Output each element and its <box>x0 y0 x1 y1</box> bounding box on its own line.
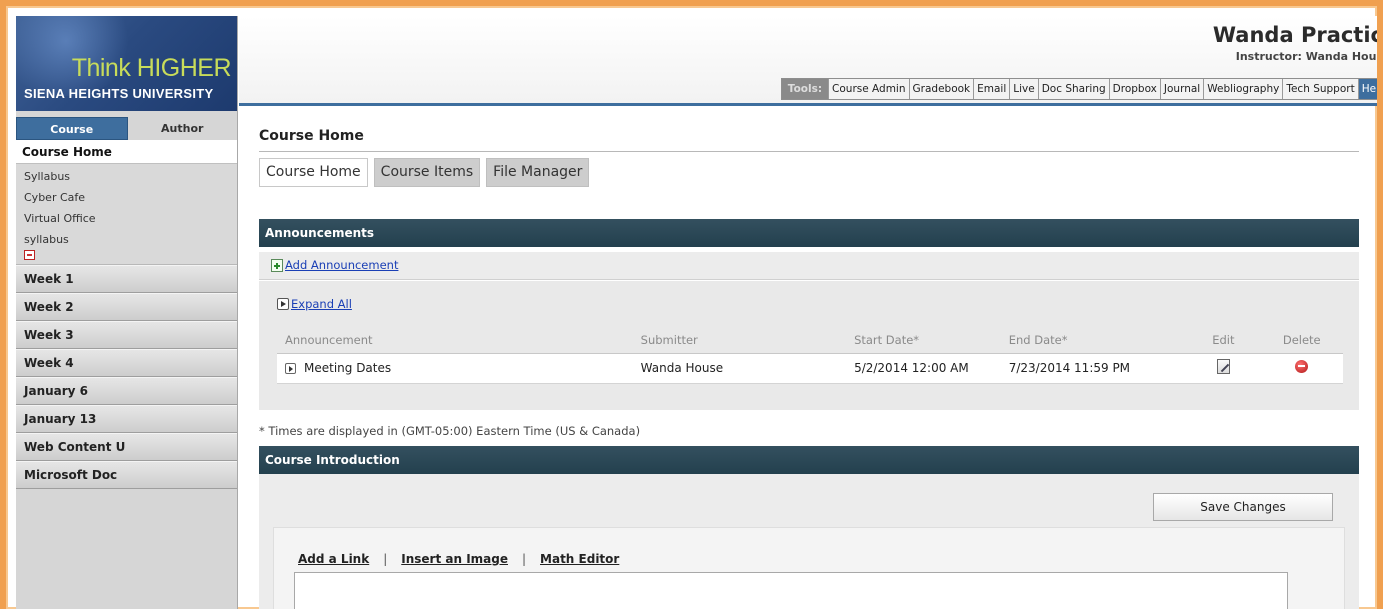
column-end-date: End Date* <box>1000 327 1187 354</box>
tool-live[interactable]: Live <box>1010 79 1039 99</box>
course-subtabs: Course Home Course Items File Manager <box>259 158 590 187</box>
sidebar-unit-week-1[interactable]: Week 1 <box>16 265 237 293</box>
top-header: Wanda Practic Instructor: Wanda Hous Too… <box>239 16 1383 106</box>
subtab-course-home[interactable]: Course Home <box>259 158 368 187</box>
column-announcement: Announcement <box>277 327 633 354</box>
mode-tabs: Course Author <box>16 111 237 140</box>
tab-course[interactable]: Course <box>16 117 128 140</box>
tool-email[interactable]: Email <box>974 79 1011 99</box>
sidebar-item-virtual-office[interactable]: Virtual Office <box>16 208 237 229</box>
table-row: Meeting Dates Wanda House 5/2/2014 12:00… <box>277 353 1343 384</box>
announcements-header: Announcements <box>259 219 1359 247</box>
insert-image-button[interactable]: Insert an Image <box>401 552 508 566</box>
expand-icon[interactable] <box>277 298 289 310</box>
sidebar-links: Syllabus Cyber Cafe Virtual Office sylla… <box>16 164 237 264</box>
column-start-date: Start Date* <box>846 327 1001 354</box>
delete-icon[interactable] <box>1295 360 1309 373</box>
logo-university-name: SIENA HEIGHTS UNIVERSITY <box>24 86 214 101</box>
course-introduction-header: Course Introduction <box>259 446 1359 474</box>
toolbar-separator: | <box>521 552 527 566</box>
sidebar-item-syllabus[interactable]: Syllabus <box>16 166 237 187</box>
expand-all[interactable]: Expand All <box>277 297 352 311</box>
university-logo[interactable]: Think HIGHER SIENA HEIGHTS UNIVERSITY <box>16 16 237 111</box>
tool-tech-support[interactable]: Tech Support <box>1283 79 1359 99</box>
tool-course-admin[interactable]: Course Admin <box>829 79 910 99</box>
editor-text-area[interactable] <box>294 572 1288 609</box>
logo-tagline: Think HIGHER <box>71 54 232 82</box>
instructor-label: Instructor: Wanda Hous <box>1235 50 1383 63</box>
save-changes-button[interactable]: Save Changes <box>1153 493 1333 521</box>
sidebar-unit-week-4[interactable]: Week 4 <box>16 349 237 377</box>
tool-doc-sharing[interactable]: Doc Sharing <box>1039 79 1110 99</box>
tab-author[interactable]: Author <box>127 117 237 140</box>
announcement-submitter: Wanda House <box>632 353 847 384</box>
sidebar-unit-web-content[interactable]: Web Content U <box>16 433 237 461</box>
announcement-end-date: 7/23/2014 11:59 PM <box>1000 353 1187 384</box>
sidebar-unit-week-3[interactable]: Week 3 <box>16 321 237 349</box>
announcement-start-date: 5/2/2014 12:00 AM <box>846 353 1001 384</box>
column-delete: Delete <box>1260 327 1343 354</box>
toolbar-separator: | <box>383 552 388 566</box>
timezone-note: * Times are displayed in (GMT-05:00) Eas… <box>259 424 641 438</box>
table-header-row: Announcement Submitter Start Date* End D… <box>277 327 1343 354</box>
main-content: Course Home Course Home Course Items Fil… <box>259 106 1359 609</box>
sidebar-unit-january-13[interactable]: January 13 <box>16 405 237 433</box>
sidebar-unit-microsoft-doc[interactable]: Microsoft Doc <box>16 461 237 489</box>
window-frame: Think HIGHER SIENA HEIGHTS UNIVERSITY Co… <box>0 0 1383 609</box>
tool-webliography[interactable]: Webliography <box>1204 79 1284 99</box>
delete-cell <box>1260 353 1343 384</box>
sidebar: Think HIGHER SIENA HEIGHTS UNIVERSITY Co… <box>16 16 238 609</box>
editor-toolbar: Add a Link | Insert an Image | Math Edit… <box>298 552 619 566</box>
course-introduction-panel: Save Changes Add a Link | Insert an Imag… <box>259 474 1359 609</box>
course-title: Wanda Practic <box>1212 23 1383 47</box>
sidebar-item-course-home[interactable]: Course Home <box>16 140 237 164</box>
page-title: Course Home <box>259 128 1359 152</box>
tools-label: Tools: <box>781 79 830 99</box>
rich-text-editor: Add a Link | Insert an Image | Math Edit… <box>273 527 1345 609</box>
announcement-title[interactable]: Meeting Dates <box>304 361 391 375</box>
announcements-toolbar: Add Announcement <box>259 252 1359 280</box>
tools-toolbar: Tools: Course Admin Gradebook Email Live… <box>780 78 1377 100</box>
edit-icon[interactable] <box>1216 359 1230 374</box>
add-announcement[interactable]: Add Announcement <box>271 258 398 272</box>
math-editor-button[interactable]: Math Editor <box>540 552 619 566</box>
subtab-course-items[interactable]: Course Items <box>373 158 481 187</box>
sidebar-item-cyber-cafe[interactable]: Cyber Cafe <box>16 187 237 208</box>
add-announcement-link[interactable]: Add Announcement <box>285 258 398 272</box>
subtab-file-manager[interactable]: File Manager <box>486 158 590 187</box>
expand-all-link[interactable]: Expand All <box>291 297 352 311</box>
sidebar-unit-january-6[interactable]: January 6 <box>16 377 237 405</box>
edit-cell <box>1186 353 1261 384</box>
announcement-title-cell[interactable]: Meeting Dates <box>277 353 633 384</box>
announcements-table: Announcement Submitter Start Date* End D… <box>277 327 1343 384</box>
tool-journal[interactable]: Journal <box>1161 79 1205 99</box>
column-edit: Edit <box>1186 327 1261 354</box>
add-document-icon[interactable] <box>271 258 283 272</box>
tool-dropbox[interactable]: Dropbox <box>1110 79 1161 99</box>
sidebar-item-syllabus-lower[interactable]: syllabus <box>16 229 237 250</box>
tool-gradebook[interactable]: Gradebook <box>910 79 975 99</box>
nav-current-section: Course Home Syllabus Cyber Cafe Virtual … <box>16 140 237 265</box>
remove-icon[interactable] <box>24 250 35 260</box>
tool-help[interactable]: Hel <box>1358 79 1377 99</box>
expand-row-icon[interactable] <box>285 363 296 374</box>
sidebar-unit-week-2[interactable]: Week 2 <box>16 293 237 321</box>
announcements-panel: Expand All Announcement Submitter Start … <box>259 281 1359 410</box>
add-link-button[interactable]: Add a Link <box>298 552 369 566</box>
column-submitter: Submitter <box>632 327 847 354</box>
